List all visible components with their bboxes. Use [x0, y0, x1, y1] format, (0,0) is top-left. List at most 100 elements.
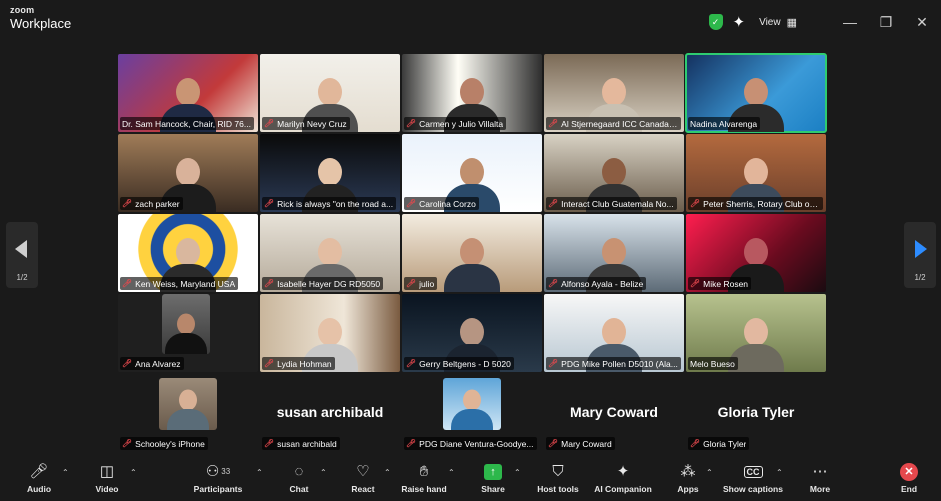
participant-name-tag: 🎤︎ Gloria Tyler	[688, 437, 750, 450]
ai-companion-button[interactable]: ✦ AI Companion	[592, 460, 654, 501]
mic-muted-icon: 🎤︎	[264, 199, 275, 208]
video-button[interactable]: ◫ Video	[90, 460, 124, 501]
participant-name-tag: Nadina Alvarenga	[688, 117, 761, 130]
participant-name-tag: 🎤︎ Ana Alvarez	[120, 357, 184, 370]
participant-tile[interactable]: 🎤︎ Rick is always "on the road a...	[260, 134, 400, 212]
participant-name: Rick is always "on the road a...	[277, 198, 394, 209]
participant-tile[interactable]: 🎤︎ Ana Alvarez	[118, 294, 258, 372]
restore-icon[interactable]: ❐	[869, 14, 903, 31]
participant-thumbnail-video	[443, 378, 501, 430]
audio-button[interactable]: 🎤︎ Audio	[22, 460, 56, 501]
mic-muted-icon: 🎤︎	[690, 279, 701, 288]
participant-tile[interactable]: 🎤︎ julio	[402, 214, 542, 292]
ai-sparkle-icon: ✦	[616, 463, 630, 480]
participant-name-tag: 🎤︎ Marilyn Nevy Cruz	[262, 117, 350, 130]
participant-tile[interactable]: 🎤︎ PDG Mike Pollen D5010 (Ala...	[544, 294, 684, 372]
participant-tile[interactable]: 🎤︎ Lydia Hohman	[260, 294, 400, 372]
participant-name: Mike Rosen	[703, 278, 749, 289]
chat-button[interactable]: ◌ Chat	[286, 460, 312, 501]
participant-name: Nadina Alvarenga	[690, 118, 758, 129]
end-button[interactable]: ✕ End	[896, 460, 922, 501]
hand-icon: ✋︎	[419, 463, 429, 480]
participant-name: Interact Club Guatemala No...	[561, 198, 674, 209]
participant-tile[interactable]: 🎤︎ Alfonso Ayala - Belize	[544, 214, 684, 292]
chat-icon: ◌	[294, 463, 304, 480]
participant-tile[interactable]: Nadina Alvarenga	[685, 53, 827, 133]
participant-name: PDG Diane Ventura-Goodye...	[419, 438, 534, 449]
apps-options-caret-icon[interactable]: ⌃	[706, 468, 713, 477]
participant-name-tag: 🎤︎ julio	[404, 277, 438, 290]
mic-muted-icon: 🎤︎	[122, 199, 133, 208]
participant-name: Alfonso Ayala - Belize	[561, 278, 644, 289]
host-tools-button[interactable]: ⛉ Host tools	[534, 460, 582, 501]
captions-options-caret-icon[interactable]: ⌃	[776, 468, 783, 477]
share-button[interactable]: ↑ Share	[480, 460, 506, 501]
participant-tile[interactable]: Dr. Sam Hancock, Chair, RID 76...	[118, 54, 258, 132]
participant-name-tag: 🎤︎ Rick is always "on the road a...	[262, 197, 397, 210]
mic-muted-icon: 🎤︎	[122, 439, 133, 448]
view-button[interactable]: View ▦	[759, 16, 797, 29]
participant-tile[interactable]: 🎤︎ Peter Sherris, Rotary Club of ...	[686, 134, 826, 212]
participant-video-figure	[162, 309, 210, 354]
raise-hand-options-caret-icon[interactable]: ⌃	[448, 468, 455, 477]
minimize-icon[interactable]: —	[833, 14, 867, 30]
participants-options-caret-icon[interactable]: ⌃	[256, 468, 263, 477]
participant-name-tag: 🎤︎ Mike Rosen	[688, 277, 752, 290]
share-arrow-icon: ↑	[484, 464, 502, 481]
participant-tile[interactable]: 🎤︎ Ken Weiss, Maryland USA	[118, 214, 258, 292]
participant-name: Peter Sherris, Rotary Club of ...	[703, 198, 820, 209]
participant-name-tag: 🎤︎ Lydia Hohman	[262, 357, 335, 370]
mic-muted-icon: 🎤︎	[122, 359, 133, 368]
participant-name-tag: 🎤︎ Carolina Corzo	[404, 197, 479, 210]
participant-tile[interactable]: Melo Bueso	[686, 294, 826, 372]
participant-tile[interactable]: 🎤︎ Carmen y Julio Villalta	[402, 54, 542, 132]
show-captions-button[interactable]: CC Show captions	[720, 460, 786, 501]
title-bar: zoom Workplace ✓ ✦ View ▦ — ❐ ✕	[0, 0, 941, 44]
mic-muted-icon: 🎤︎	[264, 359, 275, 368]
host-shield-icon: ⛉	[552, 463, 564, 480]
share-options-caret-icon[interactable]: ⌃	[514, 468, 521, 477]
react-button[interactable]: ♡ React	[350, 460, 376, 501]
participant-name: julio	[419, 278, 435, 289]
participant-tile[interactable]: Mary Coward 🎤︎ Mary Coward	[544, 374, 684, 452]
shield-check-icon[interactable]: ✓	[708, 14, 723, 30]
participant-tile[interactable]: 🎤︎ Al Stjernegaard ICC Canada ...	[544, 54, 684, 132]
participants-button[interactable]: ⚇ 33 Participants	[190, 460, 246, 501]
participant-tile[interactable]: 🎤︎ Schooley's iPhone	[118, 374, 258, 452]
video-options-caret-icon[interactable]: ⌃	[130, 468, 137, 477]
participant-name-tag: 🎤︎ Ken Weiss, Maryland USA	[120, 277, 239, 290]
mic-muted-icon: 🎤︎	[29, 463, 49, 480]
participant-tile[interactable]: 🎤︎ Marilyn Nevy Cruz	[260, 54, 400, 132]
participant-tile[interactable]: susan archibald 🎤︎ susan archibald	[260, 374, 400, 452]
sparkle-icon[interactable]: ✦	[733, 13, 746, 31]
view-label: View	[759, 16, 781, 28]
participant-tile[interactable]: 🎤︎ Carolina Corzo	[402, 134, 542, 212]
react-options-caret-icon[interactable]: ⌃	[384, 468, 391, 477]
participant-name-tag: 🎤︎ Isabelle Hayer DG RD5050	[262, 277, 384, 290]
participant-tile[interactable]: Gloria Tyler 🎤︎ Gloria Tyler	[686, 374, 826, 452]
more-button[interactable]: ⋯ More	[806, 460, 834, 501]
participant-tile[interactable]: 🎤︎ Gerry Beltgens - D 5020	[402, 294, 542, 372]
participant-name: Gloria Tyler	[703, 438, 747, 449]
participant-tile[interactable]: 🎤︎ zach parker	[118, 134, 258, 212]
previous-page-button[interactable]: 1/2	[6, 222, 38, 288]
participant-tile[interactable]: 🎤︎ Mike Rosen	[686, 214, 826, 292]
participants-count: 33	[221, 467, 231, 476]
participant-video-figure	[440, 232, 504, 292]
participant-name: Ken Weiss, Maryland USA	[135, 278, 236, 289]
participant-name: Carmen y Julio Villalta	[419, 118, 504, 129]
raise-hand-button[interactable]: ✋︎ Raise hand	[400, 460, 448, 501]
participant-tile[interactable]: 🎤︎ Interact Club Guatemala No...	[544, 134, 684, 212]
participant-tile[interactable]: 🎤︎ PDG Diane Ventura-Goodye...	[402, 374, 542, 452]
close-icon[interactable]: ✕	[905, 14, 939, 31]
audio-options-caret-icon[interactable]: ⌃	[62, 468, 69, 477]
participant-name: Dr. Sam Hancock, Chair, RID 76...	[122, 118, 251, 129]
participant-thumbnail-video	[162, 294, 210, 354]
audio-label: Audio	[26, 484, 52, 494]
participant-tile[interactable]: 🎤︎ Isabelle Hayer DG RD5050	[260, 214, 400, 292]
brand-large: Workplace	[10, 16, 72, 31]
chat-options-caret-icon[interactable]: ⌃	[320, 468, 327, 477]
next-page-button[interactable]: 1/2	[904, 222, 936, 288]
participant-thumbnail-video	[159, 378, 217, 430]
apps-button[interactable]: ⁂ Apps	[674, 460, 702, 501]
